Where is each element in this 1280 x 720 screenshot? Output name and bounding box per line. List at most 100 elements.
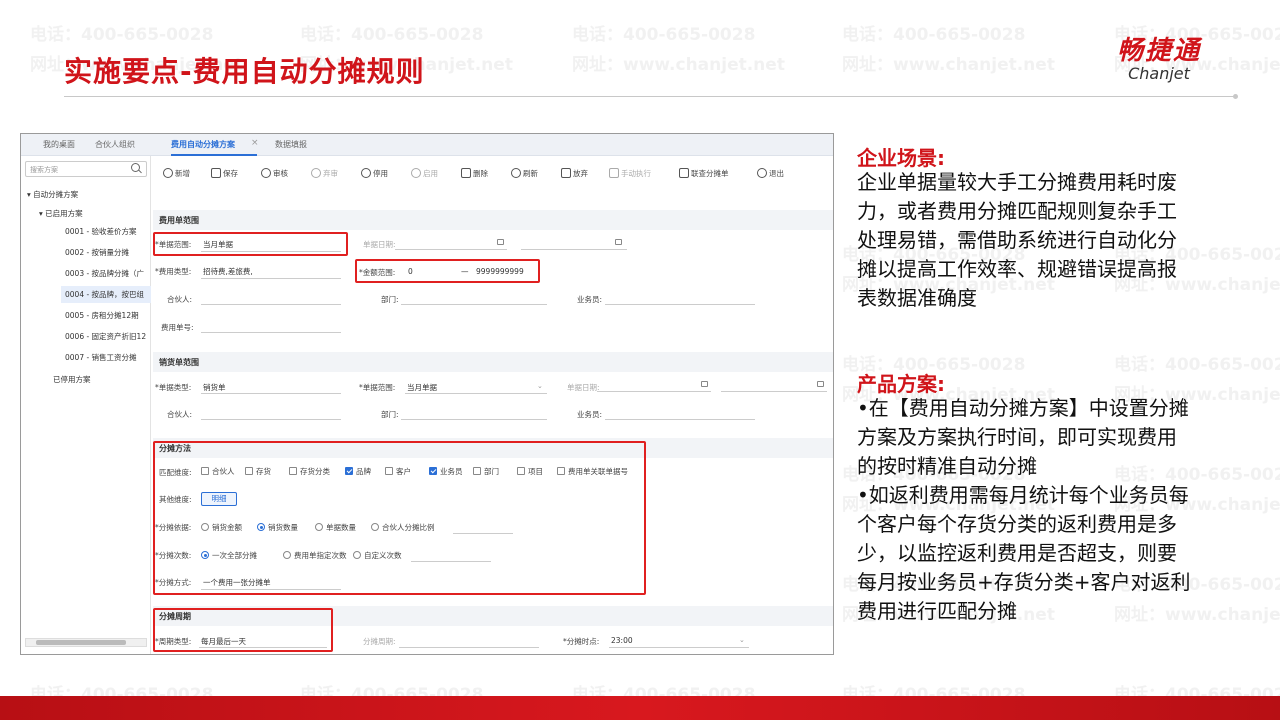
- add-button[interactable]: 新增: [163, 168, 190, 179]
- active-tab-indicator: [171, 154, 257, 156]
- salesman-field[interactable]: [605, 304, 755, 305]
- unapprove-button[interactable]: 弃审: [311, 168, 338, 179]
- paragraph-line: •如返利费用需每月统计每个业务员每: [857, 483, 1189, 507]
- approve-button[interactable]: 审核: [261, 168, 288, 179]
- calendar-icon[interactable]: [497, 239, 504, 245]
- doc-date-from-field[interactable]: [395, 249, 507, 250]
- tab-expense-allocation-plan[interactable]: 费用自动分摊方案: [171, 139, 235, 150]
- tree-plan-0006[interactable]: 0006 - 固定资产折旧12: [65, 331, 146, 342]
- paragraph-line: 力，或者费用分摊匹配规则复杂手工: [857, 199, 1177, 223]
- tab-bar: 我的桌面 合伙人组织 费用自动分摊方案 × 数据填报: [21, 134, 833, 156]
- tree-plan-0002[interactable]: 0002 - 按销量分摊: [65, 247, 129, 258]
- tree-plan-0004[interactable]: 0004 - 按品牌，按巴组: [61, 286, 151, 303]
- tab-data-entry[interactable]: 数据填报: [275, 139, 307, 150]
- discard-label: 放弃: [573, 169, 588, 178]
- partner-field[interactable]: [201, 304, 341, 305]
- partner-label: 合伙人:: [167, 295, 193, 304]
- doc-date-label: 单据日期:: [363, 240, 396, 249]
- sales-date-to-field[interactable]: [721, 391, 827, 392]
- section-sales-range-title: 销货单范围: [153, 352, 833, 372]
- sales-salesman-field[interactable]: [605, 419, 755, 420]
- sales-dept-label: 部门:: [381, 410, 399, 419]
- disable-button[interactable]: 停用: [361, 168, 388, 179]
- scene-heading: 企业场景:: [857, 146, 945, 170]
- manual-run-label: 手动执行: [621, 169, 651, 178]
- app-screenshot: 我的桌面 合伙人组织 费用自动分摊方案 × 数据填报 搜索方案 ▾ 自动分摊方案…: [20, 133, 834, 655]
- tree-root-auto-plans[interactable]: ▾ 自动分摊方案: [27, 189, 78, 200]
- highlight-amount-range: [355, 259, 540, 283]
- scene-body: 企业单据量较大手工分摊费用耗时废 力，或者费用分摊匹配规则复杂手工 处理易错，需借助…: [857, 168, 1257, 313]
- expense-type-label: *费用类型:: [155, 267, 192, 276]
- highlight-doc-range: [153, 232, 348, 256]
- calendar-icon[interactable]: [615, 239, 622, 245]
- sidebar-scrollbar[interactable]: [25, 638, 147, 647]
- tree-disabled-plans[interactable]: 已停用方案: [53, 374, 91, 385]
- discard-icon: [561, 168, 571, 178]
- tab-my-desktop[interactable]: 我的桌面: [43, 139, 75, 150]
- exit-icon: [757, 168, 767, 178]
- tree-plan-0001[interactable]: 0001 - 验收差价方案: [65, 226, 137, 237]
- logo-en-text: Chanjet: [1128, 64, 1190, 83]
- enable-label: 启用: [423, 169, 438, 178]
- refresh-button[interactable]: 刷新: [511, 168, 538, 179]
- enable-button[interactable]: 启用: [411, 168, 438, 179]
- refresh-label: 刷新: [523, 169, 538, 178]
- power-icon: [361, 168, 371, 178]
- paragraph-line: 的按时精准自动分摊: [857, 454, 1037, 478]
- link-doc-icon: [679, 168, 689, 178]
- paragraph-line: 表数据准确度: [857, 286, 977, 310]
- save-icon: [211, 168, 221, 178]
- paragraph-line: 处理易错，需借助系统进行自动化分: [857, 228, 1177, 252]
- chanjet-logo: 畅捷通 Chanjet: [1094, 36, 1224, 82]
- search-icon[interactable]: [131, 163, 140, 172]
- plan-search-input[interactable]: 搜索方案: [25, 161, 147, 177]
- calendar-icon[interactable]: [701, 381, 708, 387]
- paragraph-line: 摊以提高工作效率、规避错误提高报: [857, 257, 1177, 281]
- linked-allocation-doc-button[interactable]: 联查分摊单: [679, 168, 729, 179]
- paragraph-line: 每月按业务员+存货分类+客户对返利: [857, 570, 1191, 594]
- watermark-phone-text: 电话：400-665-0028: [300, 25, 484, 45]
- sales-doc-type-value[interactable]: 销货单: [203, 382, 226, 393]
- sales-partner-field[interactable]: [201, 419, 341, 420]
- tab-close-icon[interactable]: ×: [251, 138, 259, 148]
- sales-dept-field[interactable]: [401, 419, 547, 420]
- unapprove-icon: [311, 168, 321, 178]
- add-label: 新增: [175, 169, 190, 178]
- paragraph-line: 费用进行匹配分摊: [857, 599, 1017, 623]
- expense-no-field[interactable]: [201, 332, 341, 333]
- expense-type-value[interactable]: 招待费,差旅费,: [203, 266, 253, 277]
- chevron-down-icon[interactable]: ⌄: [739, 636, 745, 644]
- plus-circle-icon: [163, 168, 173, 178]
- delete-button[interactable]: 删除: [461, 168, 488, 179]
- dept-field[interactable]: [401, 304, 547, 305]
- calendar-icon[interactable]: [817, 381, 824, 387]
- time-point-underline: [609, 647, 749, 648]
- manual-run-button[interactable]: 手动执行: [609, 168, 651, 179]
- sales-doc-range-underline: [405, 393, 547, 394]
- tree-plan-0003[interactable]: 0003 - 按品牌分摊（广: [65, 268, 144, 279]
- paragraph-line: 方案及方案执行时间，即可实现费用: [857, 425, 1177, 449]
- time-point-value[interactable]: 23:00: [611, 636, 633, 645]
- linked-doc-label: 联查分摊单: [691, 169, 729, 178]
- watermark-site-text: 网址：www.chanjet.net: [842, 55, 1055, 75]
- watermark-phone-text: 电话：400-665-0028: [1114, 355, 1280, 375]
- tab-partner-org[interactable]: 合伙人组织: [95, 139, 135, 150]
- save-button[interactable]: 保存: [211, 168, 238, 179]
- tree-plan-0007[interactable]: 0007 - 销售工资分摊: [65, 352, 137, 363]
- chevron-down-icon[interactable]: ⌄: [537, 382, 543, 390]
- exit-button[interactable]: 退出: [757, 168, 784, 179]
- sales-doc-range-value[interactable]: 当月单据: [407, 382, 437, 393]
- check-circle-icon: [411, 168, 421, 178]
- expense-no-label: 费用单号:: [161, 323, 194, 332]
- paragraph-line: 少，以监控返利费用是否超支，则要: [857, 541, 1177, 565]
- product-heading: 产品方案:: [857, 372, 945, 396]
- discard-button[interactable]: 放弃: [561, 168, 588, 179]
- cycle-field[interactable]: [399, 647, 539, 648]
- sales-partner-label: 合伙人:: [167, 410, 193, 419]
- doc-date-to-field[interactable]: [521, 249, 627, 250]
- tree-plan-0005[interactable]: 0005 - 房租分摊12期: [65, 310, 139, 321]
- sales-date-from-field[interactable]: [597, 391, 711, 392]
- title-divider: [64, 96, 1236, 97]
- tree-enabled-plans[interactable]: ▾ 已启用方案: [39, 208, 83, 219]
- scrollbar-thumb[interactable]: [36, 640, 126, 645]
